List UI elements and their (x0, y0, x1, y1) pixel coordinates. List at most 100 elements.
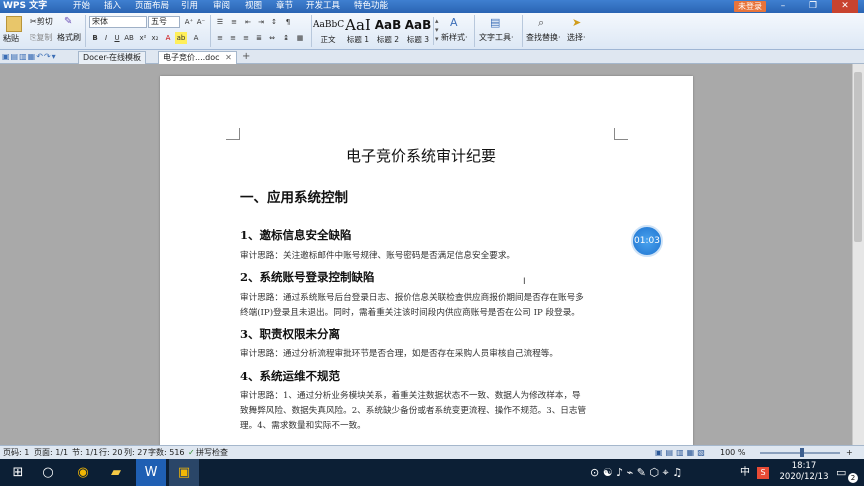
increase-indent-icon[interactable]: ⇥ (255, 16, 267, 28)
format-painter-button[interactable]: 格式刷 (57, 32, 81, 43)
new-style-button[interactable]: 新样式· (441, 32, 468, 43)
copy-button[interactable]: ⎘复制 (30, 32, 52, 43)
close-button[interactable]: ✕ (832, 0, 858, 13)
style-label: 标题 2 (376, 35, 400, 44)
new-style-icon[interactable]: A (450, 16, 458, 29)
sogou-icon[interactable]: S (757, 467, 769, 479)
scissors-icon: ✂ (30, 17, 37, 26)
status-bar: 页码: 1 页面: 1/1 节: 1/1 行: 20 列: 27 字数: 516… (0, 445, 864, 459)
distribute-icon[interactable]: ⇔ (266, 32, 278, 44)
paste-icon[interactable] (6, 16, 22, 32)
binoculars-icon[interactable]: ⌕ (538, 16, 544, 30)
font-color-icon[interactable]: A (162, 32, 174, 44)
wps-app-icon[interactable]: ▣ (169, 459, 199, 486)
timer-overlay[interactable]: 01:03 (631, 225, 663, 257)
tab-document[interactable]: 电子竞价....doc ✕ (158, 51, 237, 64)
line-spacing-icon[interactable]: ↨ (280, 32, 292, 44)
bullet-list-icon[interactable]: ☰ (214, 16, 226, 28)
highlight-icon[interactable]: ab (175, 32, 187, 44)
paragraph-line: 审计思路：1、通过分析业务模块关系，着重关注数据状态不一致、数据人为修改样本，导 (240, 391, 581, 401)
restore-button[interactable]: ❐ (800, 0, 826, 13)
clock[interactable]: 18:17 2020/12/13 (778, 461, 830, 483)
document-page[interactable]: 电子竞价系统审计纪要 一、应用系统控制 1、邀标信息安全缺陷 审计思路：关注邀标… (160, 76, 693, 446)
windows-start-icon[interactable]: ⊞ (3, 459, 33, 486)
cursor-select-icon[interactable]: ➤ (572, 16, 581, 29)
margin-corner (614, 128, 628, 140)
wps-writer-icon[interactable]: W (136, 459, 166, 486)
text-tools-button[interactable]: 文字工具· (479, 32, 514, 43)
show-marks-icon[interactable]: ¶ (282, 16, 294, 28)
sort-icon[interactable]: ↕ (268, 16, 280, 28)
divider (522, 15, 523, 47)
style-heading-3[interactable]: AaB 标题 3 (403, 15, 433, 47)
shading-icon[interactable]: ▦ (294, 32, 306, 44)
char-border-icon[interactable]: A (190, 32, 202, 44)
copy-label: 复制 (36, 33, 53, 42)
style-heading-1[interactable]: AaI 标题 1 (343, 15, 373, 47)
strikethrough-icon[interactable]: AB (123, 32, 135, 44)
select-button[interactable]: 选择· (567, 32, 586, 43)
login-button[interactable]: 未登录 (734, 1, 766, 12)
divider (474, 15, 475, 47)
status-word-count[interactable]: 字数: 516 (148, 446, 185, 459)
chrome-icon[interactable]: ◉ (68, 459, 98, 486)
menu-references[interactable]: 引用 (181, 0, 198, 13)
style-label: 标题 1 (346, 35, 370, 44)
numbered-list-icon[interactable]: ≡ (228, 16, 240, 28)
shrink-font-icon[interactable]: A⁻ (195, 16, 207, 28)
system-tray-icons[interactable]: ⊙ ☯ ♪ ⌁ ✎ ⬡ ⌖ ♫ (590, 459, 682, 486)
menu-review[interactable]: 审阅 (213, 0, 230, 13)
menu-features[interactable]: 特色功能 (354, 0, 388, 13)
grow-font-icon[interactable]: A⁺ (183, 16, 195, 28)
status-page-number[interactable]: 页码: 1 (3, 446, 29, 459)
find-replace-button[interactable]: 查找替换· (526, 32, 561, 43)
paragraph-line: 审计思路：关注邀标邮件中账号规律、账号密码是否满足信息安全要求。 (240, 251, 516, 261)
superscript-icon[interactable]: x² (137, 32, 149, 44)
style-label: 标题 3 (406, 35, 430, 44)
styles-scroll-icon[interactable]: ▴ ▾ ▾ (433, 17, 439, 45)
document-title: 电子竞价系统审计纪要 (346, 147, 497, 165)
font-name-select[interactable]: 宋体 (89, 16, 147, 28)
menu-chapter[interactable]: 章节 (276, 0, 293, 13)
cut-button[interactable]: ✂剪切 (30, 16, 53, 27)
paste-button[interactable]: 粘贴 (3, 33, 19, 44)
task-view-icon[interactable]: ○ (33, 459, 63, 486)
justify-icon[interactable]: ≣ (253, 32, 265, 44)
align-right-icon[interactable]: ≡ (240, 32, 252, 44)
item-heading: 1、邀标信息安全缺陷 (240, 228, 352, 242)
notification-icon[interactable]: ▭ (836, 459, 846, 486)
menu-page-layout[interactable]: 页面布局 (135, 0, 169, 13)
item-heading: 3、职责权限未分离 (240, 327, 341, 341)
status-page[interactable]: 页面: 1/1 (34, 446, 68, 459)
item-heading: 4、系统运维不规范 (240, 369, 341, 383)
minimize-button[interactable]: – (770, 0, 796, 13)
tab-docer[interactable]: Docer-在线模板 (78, 51, 147, 64)
menu-insert[interactable]: 插入 (104, 0, 121, 13)
spell-check-button[interactable]: 拼写检查 (196, 446, 228, 459)
subscript-icon[interactable]: x₂ (149, 32, 161, 44)
input-method[interactable]: 中 (740, 459, 750, 486)
wps-logo[interactable]: WPS 文字 (3, 0, 47, 13)
format-painter-icon[interactable]: ✎ (64, 16, 72, 27)
new-tab-icon[interactable]: + (242, 51, 250, 62)
zoom-in-icon[interactable]: + (846, 446, 853, 459)
align-center-icon[interactable]: ≡ (227, 32, 239, 44)
scrollbar-thumb[interactable] (854, 72, 862, 242)
menu-developer[interactable]: 开发工具 (306, 0, 340, 13)
menu-start[interactable]: 开始 (73, 0, 90, 13)
divider (210, 15, 211, 47)
font-size-select[interactable]: 五号 (148, 16, 180, 28)
menu-view[interactable]: 视图 (245, 0, 262, 13)
text-tools-icon[interactable]: ▤ (490, 16, 500, 29)
zoom-slider-thumb[interactable] (800, 448, 804, 457)
view-mode-icons[interactable]: ▣▤▥▦▧ (655, 446, 708, 459)
file-explorer-icon[interactable]: ▰ (101, 459, 131, 486)
underline-icon[interactable]: U (111, 32, 123, 44)
quick-access-icons[interactable]: ▣▤▥▦↶↷▾ (2, 52, 57, 61)
zoom-value[interactable]: 100 % (720, 446, 745, 459)
align-left-icon[interactable]: ≡ (214, 32, 226, 44)
style-normal[interactable]: AaBbC 正文 (313, 15, 344, 47)
style-heading-2[interactable]: AaB 标题 2 (373, 15, 403, 47)
tab-close-icon[interactable]: ✕ (225, 53, 232, 62)
decrease-indent-icon[interactable]: ⇤ (242, 16, 254, 28)
